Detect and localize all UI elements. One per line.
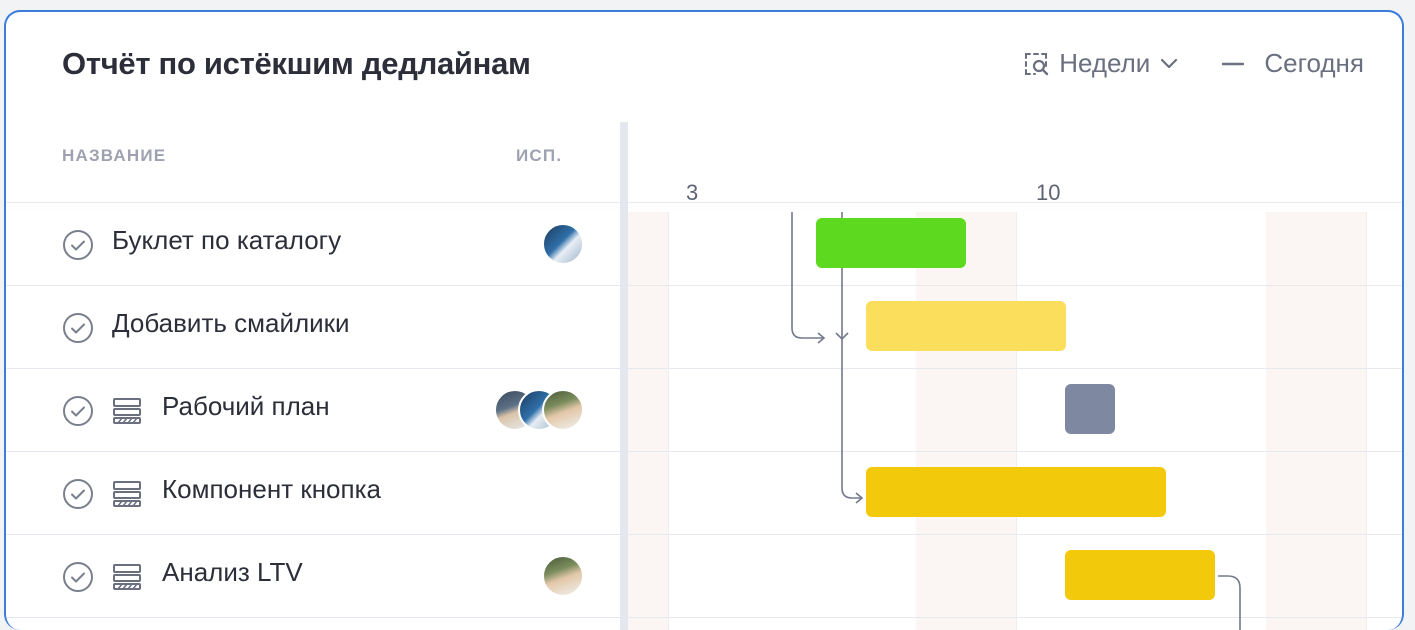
minus-icon bbox=[1222, 62, 1245, 66]
check-circle-icon[interactable] bbox=[62, 478, 94, 515]
task-label: Компонент кнопка bbox=[162, 474, 382, 504]
zoom-area-icon bbox=[1023, 50, 1051, 78]
check-circle-icon[interactable] bbox=[62, 395, 94, 432]
gantt-bar-catalog[interactable] bbox=[816, 218, 966, 268]
task-row[interactable]: Анализ LTV bbox=[6, 535, 620, 618]
task-row[interactable]: Буклет по каталогу bbox=[6, 203, 620, 286]
task-row[interactable]: Рабочий план bbox=[6, 369, 620, 452]
task-label: Анализ LTV bbox=[162, 557, 303, 587]
subtasks-icon bbox=[112, 563, 142, 596]
subtasks-icon bbox=[112, 397, 142, 430]
task-list: Буклет по каталогу Добавить смайлики Раб… bbox=[6, 12, 624, 630]
scale-dropdown[interactable]: Недели bbox=[1023, 48, 1178, 79]
gantt-timeline: 3 10 bbox=[628, 122, 1402, 630]
dependency-arrows bbox=[791, 212, 1241, 630]
gantt-bar-button-component[interactable] bbox=[866, 467, 1166, 517]
avatar[interactable] bbox=[542, 389, 584, 431]
scale-dropdown-label: Недели bbox=[1059, 48, 1151, 78]
task-row[interactable]: Добавить смайлики bbox=[6, 286, 620, 369]
task-row[interactable]: Компонент кнопка bbox=[6, 452, 620, 535]
gantt-bar-emoji[interactable] bbox=[866, 301, 1066, 351]
task-label: Буклет по каталогу bbox=[112, 225, 342, 255]
check-circle-icon[interactable] bbox=[62, 561, 94, 598]
avatar[interactable] bbox=[542, 223, 584, 265]
pane-splitter[interactable] bbox=[620, 122, 628, 630]
avatar[interactable] bbox=[542, 555, 584, 597]
task-label: Рабочий план bbox=[162, 391, 330, 421]
gantt-bar-ltv-analysis[interactable] bbox=[1065, 550, 1215, 600]
chevron-down-icon bbox=[1160, 58, 1178, 70]
task-label: Добавить смайлики bbox=[112, 308, 350, 338]
gantt-bar-work-plan[interactable] bbox=[1065, 384, 1115, 434]
toolbar: Недели Сегодня bbox=[1023, 48, 1364, 79]
check-circle-icon[interactable] bbox=[62, 229, 94, 266]
subtasks-icon bbox=[112, 480, 142, 513]
check-circle-icon[interactable] bbox=[62, 312, 94, 349]
today-button-label: Сегодня bbox=[1264, 48, 1364, 78]
report-card: Отчёт по истёкшим дедлайнам Недели Сегод… bbox=[4, 10, 1404, 630]
today-button[interactable]: Сегодня bbox=[1222, 48, 1364, 79]
